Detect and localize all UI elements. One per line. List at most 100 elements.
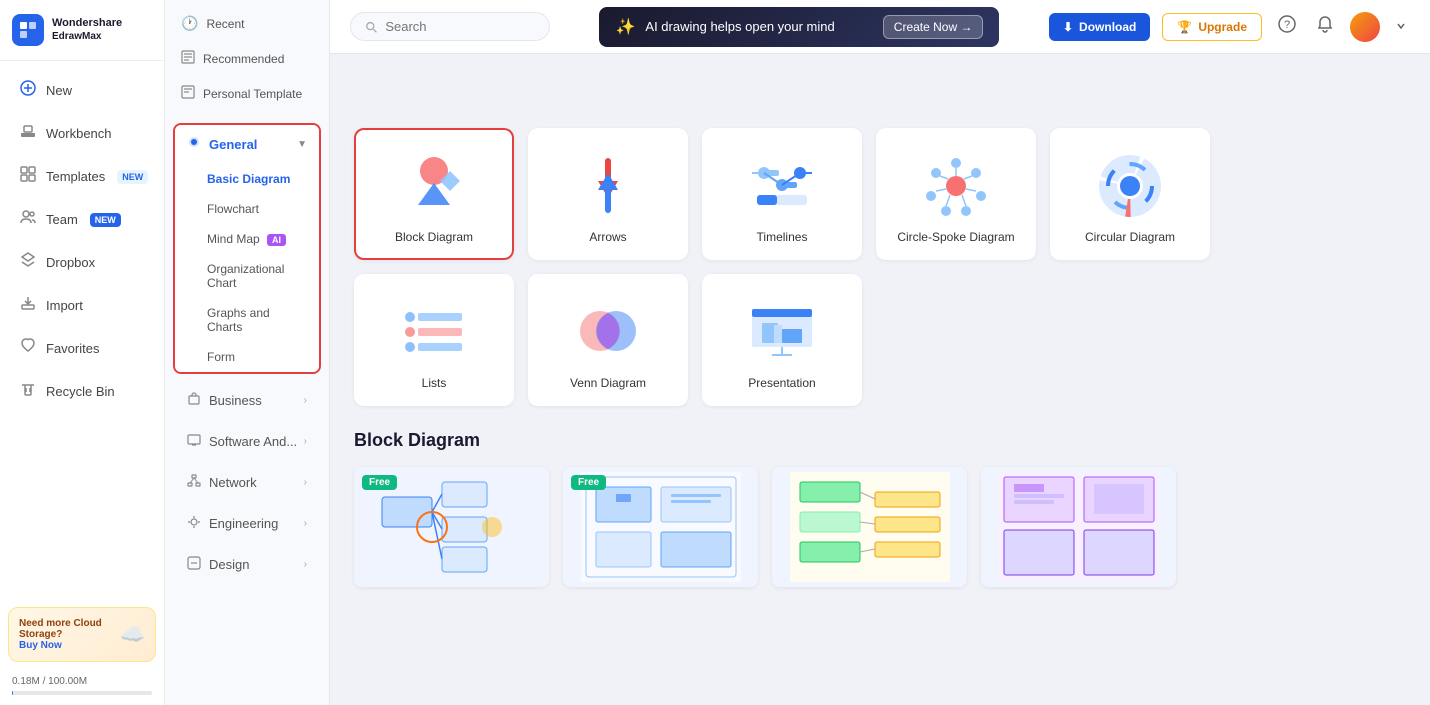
team-icon: [20, 209, 36, 230]
nav-label-import: Import: [46, 298, 83, 313]
sub-item-mindmap[interactable]: Mind Map AI: [175, 224, 319, 254]
mid-top-section: 🕐 Recent Recommended Personal Template: [165, 0, 329, 117]
preview-card-3[interactable]: [772, 467, 967, 587]
category-network[interactable]: Network ›: [173, 464, 321, 501]
template-card-venn[interactable]: Venn Diagram: [528, 274, 688, 406]
general-section: General ▼ Basic Diagram Flowchart Mind M…: [173, 123, 321, 374]
card-label-presentation: Presentation: [748, 376, 815, 390]
nav-label-new: New: [46, 83, 72, 98]
design-icon: [187, 556, 201, 573]
nav-item-dropbox[interactable]: Dropbox: [6, 242, 158, 283]
nav-label-templates: Templates: [46, 169, 105, 184]
sub-label-graphs: Graphs and Charts: [207, 306, 270, 334]
template-card-circular[interactable]: Circular Diagram: [1050, 128, 1210, 260]
upgrade-icon: 🏆: [1177, 20, 1192, 34]
nav-item-workbench[interactable]: Workbench: [6, 113, 158, 154]
favorites-icon: [20, 338, 36, 359]
nav-label-team: Team: [46, 212, 78, 227]
template-card-arrows[interactable]: Arrows: [528, 128, 688, 260]
sub-item-orgchart[interactable]: Organizational Chart: [175, 254, 319, 298]
svg-text:?: ?: [1284, 19, 1290, 31]
dropbox-icon: [20, 252, 36, 273]
preview-card-1[interactable]: Free: [354, 467, 549, 587]
ai-banner[interactable]: ✨ AI drawing helps open your mind Create…: [599, 7, 999, 47]
logo-area[interactable]: Wondershare EdrawMax: [0, 0, 164, 61]
general-header[interactable]: General ▼: [175, 125, 319, 164]
preview-card-4[interactable]: [981, 467, 1176, 587]
avatar[interactable]: [1350, 12, 1380, 42]
template-card-lists[interactable]: Lists: [354, 274, 514, 406]
search-input[interactable]: [385, 19, 535, 34]
preview-card-2[interactable]: Free: [563, 467, 758, 587]
sub-item-basic[interactable]: Basic Diagram: [175, 164, 319, 194]
engineering-icon: [187, 515, 201, 532]
main-content: Block Diagram Arrows: [330, 108, 1430, 705]
search-box[interactable]: [350, 12, 550, 41]
category-engineering[interactable]: Engineering ›: [173, 505, 321, 542]
nav-item-favorites[interactable]: Favorites: [6, 328, 158, 369]
mindmap-ai-badge: AI: [267, 234, 286, 246]
mid-item-recommended[interactable]: Recommended: [165, 41, 329, 76]
general-chevron: ▼: [297, 139, 307, 150]
circlespoke-icon-area: [916, 150, 996, 220]
notification-button[interactable]: [1312, 11, 1338, 42]
buy-now-link[interactable]: Buy Now: [19, 640, 114, 651]
new-icon: [20, 80, 36, 101]
recent-icon: 🕐: [181, 15, 198, 32]
general-sub-items: Basic Diagram Flowchart Mind Map AI Orga…: [175, 164, 319, 372]
block-diagram-title: Block Diagram: [354, 430, 1406, 451]
sub-item-graphs[interactable]: Graphs and Charts: [175, 298, 319, 342]
nav-item-new[interactable]: New: [6, 70, 158, 111]
template-grid-row1: Block Diagram Arrows: [354, 128, 1406, 260]
download-button[interactable]: ⬇ Download: [1049, 13, 1150, 41]
download-label: Download: [1079, 20, 1136, 34]
mid-item-personal[interactable]: Personal Template: [165, 76, 329, 111]
profile-chevron[interactable]: [1392, 14, 1410, 40]
category-label-software: Software And...: [209, 434, 297, 449]
arrows-icon-area: [568, 150, 648, 220]
upgrade-button[interactable]: 🏆 Upgrade: [1162, 13, 1262, 41]
nav-item-team[interactable]: Team NEW: [6, 199, 158, 240]
card-label-block: Block Diagram: [395, 230, 473, 244]
category-software[interactable]: Software And... ›: [173, 423, 321, 460]
sub-item-flowchart[interactable]: Flowchart: [175, 194, 319, 224]
template-card-circlespoke[interactable]: Circle-Spoke Diagram: [876, 128, 1036, 260]
venn-icon-area: [568, 296, 648, 366]
brand-name: Wondershare: [52, 17, 122, 30]
bell-icon: [1316, 15, 1334, 33]
nav-item-templates[interactable]: Templates NEW: [6, 156, 158, 197]
category-label-design: Design: [209, 557, 249, 572]
mid-item-recent[interactable]: 🕐 Recent: [165, 6, 329, 41]
template-card-timelines[interactable]: Timelines: [702, 128, 862, 260]
template-card-presentation[interactable]: Presentation: [702, 274, 862, 406]
free-badge-2: Free: [571, 475, 606, 490]
preview-grid: Free: [354, 467, 1406, 587]
nav-label-favorites: Favorites: [46, 341, 99, 356]
team-badge: NEW: [90, 213, 121, 227]
left-sidebar: Wondershare EdrawMax New Workbench Templ…: [0, 0, 165, 705]
engineering-chevron: ›: [304, 518, 307, 529]
sub-label-basic: Basic Diagram: [207, 172, 290, 186]
app-logo-icon: [12, 14, 44, 46]
preview-img-3: [772, 467, 967, 587]
design-chevron: ›: [304, 559, 307, 570]
cloud-storage-banner[interactable]: Need more Cloud Storage? Buy Now ☁️: [8, 607, 156, 662]
nav-item-recycle[interactable]: Recycle Bin: [6, 371, 158, 412]
block-diagram-section: Block Diagram Free: [354, 430, 1406, 587]
nav-item-import[interactable]: Import: [6, 285, 158, 326]
category-business[interactable]: Business ›: [173, 382, 321, 419]
nav-label-dropbox: Dropbox: [46, 255, 95, 270]
block-diagram-icon-area: [394, 150, 474, 220]
create-now-button[interactable]: Create Now →: [883, 15, 984, 39]
network-icon: [187, 474, 201, 491]
template-card-block[interactable]: Block Diagram: [354, 128, 514, 260]
sub-item-form[interactable]: Form: [175, 342, 319, 372]
general-label: General: [209, 137, 257, 152]
card-label-venn: Venn Diagram: [570, 376, 646, 390]
ai-banner-text: AI drawing helps open your mind: [645, 19, 872, 34]
help-button[interactable]: ?: [1274, 11, 1300, 42]
category-design[interactable]: Design ›: [173, 546, 321, 583]
download-icon: ⬇: [1063, 20, 1073, 34]
top-bar: ✨ AI drawing helps open your mind Create…: [330, 0, 1430, 54]
software-icon: [187, 433, 201, 450]
